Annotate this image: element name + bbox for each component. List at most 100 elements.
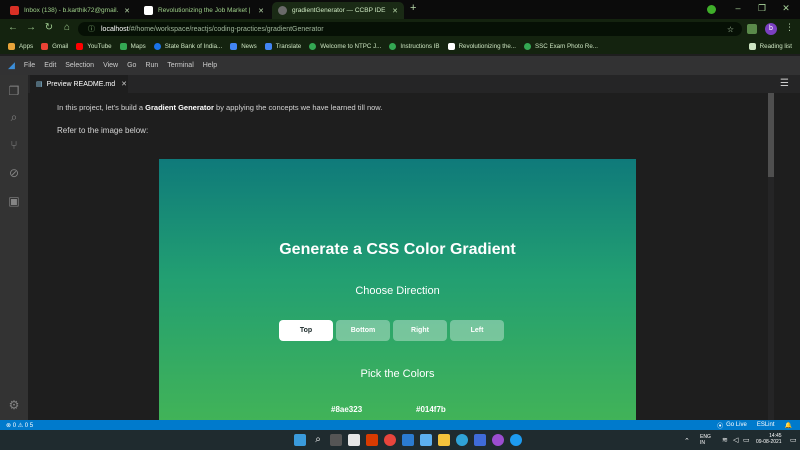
language-indicator[interactable]: ENG IN	[700, 434, 711, 446]
notifications-icon[interactable]: 🔔	[785, 422, 792, 429]
close-icon[interactable]: ✕	[388, 7, 398, 15]
news-icon	[230, 43, 238, 50]
status-bar: ⊗ 0 ⚠ 0 5 ⦿ Go Live ESLint 🔔	[0, 420, 800, 430]
browser-tab-revolutionizing[interactable]: Revolutionizing the Job Market | ✕	[138, 2, 270, 19]
color1-hex: #8ae323	[331, 405, 363, 414]
url-path: /#/home/workspace/reactjs/coding-practic…	[128, 25, 324, 33]
bookmarks-bar: Apps Gmail YouTube Maps State Bank of In…	[0, 39, 800, 54]
bookmark-maps[interactable]: Maps	[119, 43, 146, 50]
profile-avatar[interactable]: b	[765, 23, 777, 35]
bookmark-label: Gmail	[52, 43, 69, 50]
menu-file[interactable]: File	[24, 62, 35, 69]
browser-tab-gmail[interactable]: Inbox (138) - b.karthik72@gmail. ✕	[4, 2, 136, 19]
menu-terminal[interactable]: Terminal	[167, 62, 193, 69]
widgets-icon[interactable]	[348, 434, 360, 446]
extension-status-icon[interactable]	[707, 5, 716, 14]
bookmark-sbi[interactable]: State Bank of India...	[153, 43, 223, 50]
minimize-icon[interactable]: –	[728, 3, 748, 13]
app-icon[interactable]	[492, 434, 504, 446]
bookmark-gmail[interactable]: Gmail	[41, 43, 68, 50]
office-icon[interactable]	[366, 434, 378, 446]
split-editor-icon[interactable]: ☰	[780, 78, 789, 89]
bookmark-ssc[interactable]: SSC Exam Photo Re...	[524, 43, 598, 50]
scrollbar-thumb[interactable]	[768, 93, 774, 177]
browser-toolbar: ← → ↻ ⌂ ⓘ localhost /#/home/workspace/re…	[0, 19, 800, 39]
menu-run[interactable]: Run	[145, 62, 158, 69]
menu-go[interactable]: Go	[127, 62, 136, 69]
demo-title: Generate a CSS Color Gradient	[279, 241, 516, 258]
close-icon[interactable]: ✕	[121, 80, 127, 88]
bookmark-youtube[interactable]: YouTube	[76, 43, 112, 50]
wifi-icon[interactable]: ≋	[722, 436, 728, 444]
close-icon[interactable]: ✕	[120, 7, 130, 15]
tray-chevron-icon[interactable]: ⌃	[684, 437, 690, 445]
bookmark-ntpc[interactable]: Welcome to NTPC J...	[309, 43, 381, 50]
bookmark-instructions[interactable]: Instructions IB	[389, 43, 440, 50]
reload-icon[interactable]: ↻	[42, 22, 56, 33]
direction-bottom-button: Bottom	[336, 320, 390, 341]
task-view-icon[interactable]	[330, 434, 342, 446]
url-host: localhost	[101, 25, 129, 33]
pick-colors-heading: Pick the Colors	[360, 368, 435, 380]
ide-menubar: ◢ File Edit Selection View Go Run Termin…	[0, 56, 800, 75]
youtube-icon	[76, 43, 84, 50]
eslint-status[interactable]: ESLint	[757, 422, 775, 428]
activity-bar: ❐ ⌕ ⑂ ⊘ ▣ ⚙	[0, 75, 28, 420]
volume-icon[interactable]: ◁	[733, 436, 738, 444]
bookmark-label: YouTube	[87, 43, 112, 50]
close-window-icon[interactable]: ✕	[776, 3, 796, 14]
search-icon[interactable]: ⌕	[6, 109, 22, 125]
notification-center-icon[interactable]: ▭	[790, 436, 797, 444]
globe-icon	[524, 43, 532, 50]
bookmark-star-icon[interactable]: ☆	[727, 25, 734, 34]
source-control-icon[interactable]: ⑂	[6, 137, 22, 153]
reading-list-button[interactable]: Reading list	[748, 43, 792, 50]
ide-icon	[278, 6, 287, 15]
home-icon[interactable]: ⌂	[60, 22, 74, 33]
clock[interactable]: 14:45 09-08-2021	[756, 433, 782, 445]
go-live-button[interactable]: Go Live	[726, 422, 747, 428]
info-icon[interactable]: ⓘ	[88, 24, 95, 34]
extensions-icon[interactable]	[747, 24, 757, 34]
menu-selection[interactable]: Selection	[65, 62, 94, 69]
word-icon[interactable]	[402, 434, 414, 446]
gmail-icon	[41, 43, 49, 50]
forward-icon[interactable]: →	[24, 22, 38, 33]
bookmark-revolutionizing[interactable]: Revolutionizing the...	[447, 43, 516, 50]
browser-tab-ide[interactable]: gradientGenerator — CCBP IDE ✕	[272, 2, 404, 19]
windows-start-icon[interactable]	[294, 434, 306, 446]
bookmark-apps[interactable]: Apps	[8, 43, 33, 50]
search-taskbar-icon[interactable]: ⌕	[312, 434, 324, 446]
bookmark-label: Apps	[19, 43, 34, 50]
chrome-icon[interactable]	[384, 434, 396, 446]
file-explorer-icon[interactable]	[438, 434, 450, 446]
bookmark-label: Welcome to NTPC J...	[320, 43, 382, 50]
extensions-panel-icon[interactable]: ▣	[6, 193, 22, 209]
problems-status[interactable]: ⊗ 0 ⚠ 0 5	[6, 422, 33, 429]
menu-view[interactable]: View	[103, 62, 118, 69]
debug-icon[interactable]: ⊘	[6, 165, 22, 181]
menu-help[interactable]: Help	[203, 62, 217, 69]
menu-edit[interactable]: Edit	[44, 62, 56, 69]
address-bar[interactable]: ⓘ localhost /#/home/workspace/reactjs/co…	[78, 22, 742, 36]
preview-icon: ▤	[36, 81, 43, 88]
browser-menu-icon[interactable]: ⋮	[785, 22, 794, 33]
direction-top-button: Top	[279, 320, 333, 341]
maximize-icon[interactable]: ❐	[752, 3, 772, 14]
edge-icon[interactable]	[456, 434, 468, 446]
todo-icon[interactable]	[420, 434, 432, 446]
bookmark-news[interactable]: News	[230, 43, 257, 50]
editor-tab-bar: ▤ Preview README.md ✕ ☰	[28, 75, 800, 93]
new-tab-button[interactable]: +	[410, 2, 416, 14]
bookmark-label: State Bank of India...	[164, 43, 223, 50]
close-icon[interactable]: ✕	[254, 7, 264, 15]
store-icon[interactable]	[474, 434, 486, 446]
bookmark-translate[interactable]: Translate	[264, 43, 301, 50]
settings-gear-icon[interactable]: ⚙	[6, 397, 22, 413]
explorer-icon[interactable]: ❐	[6, 83, 22, 99]
telegram-icon[interactable]	[510, 434, 522, 446]
browser-tab-strip: Inbox (138) - b.karthik72@gmail. ✕ Revol…	[0, 0, 800, 19]
battery-icon[interactable]: ▭	[743, 436, 750, 444]
back-icon[interactable]: ←	[6, 22, 20, 33]
editor-tab-preview-readme[interactable]: ▤ Preview README.md ✕	[30, 75, 128, 93]
